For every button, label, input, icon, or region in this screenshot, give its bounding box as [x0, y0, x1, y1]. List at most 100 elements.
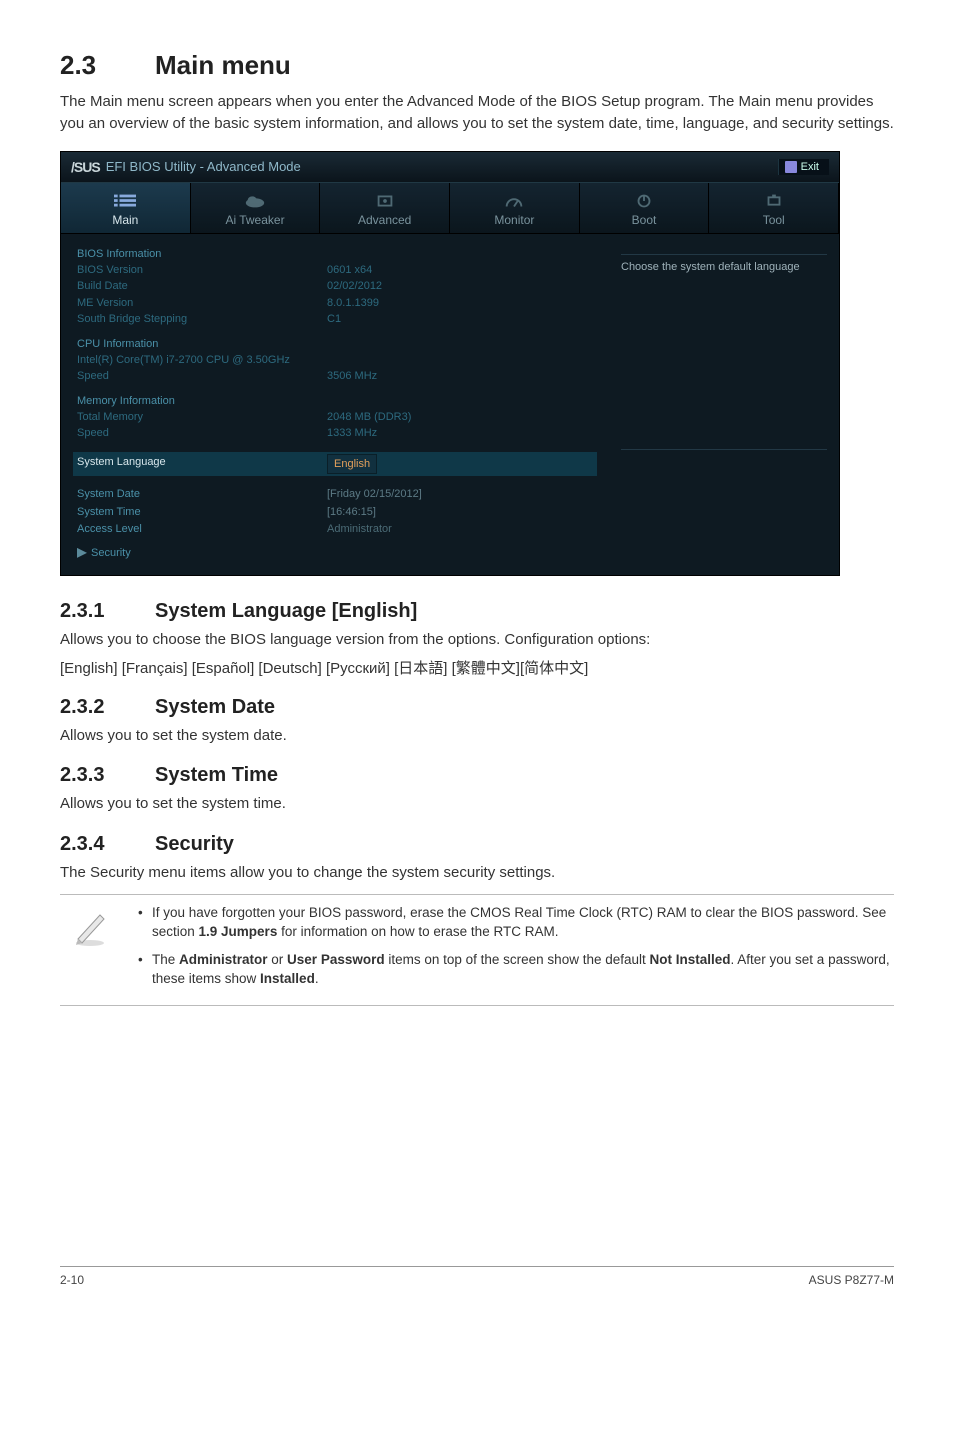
note2-c: or — [268, 952, 288, 967]
subsection-231-heading: 2.3.1System Language [English] — [60, 600, 894, 623]
page-footer: 2-10 ASUS P8Z77-M — [60, 1266, 894, 1287]
tab-ai-tweaker-label: Ai Tweaker — [225, 213, 284, 227]
subsection-231-body: Allows you to choose the BIOS language v… — [60, 629, 894, 651]
cpu-speed-label: Speed — [77, 368, 327, 385]
system-time-label: System Time — [77, 504, 327, 522]
asus-logo: /SUS — [71, 159, 100, 175]
section-title-text: Main menu — [155, 50, 291, 80]
tab-advanced-label: Advanced — [358, 213, 411, 227]
exit-label: Exit — [801, 161, 819, 173]
bios-version-label: BIOS Version — [77, 262, 327, 279]
bios-screenshot: /SUS EFI BIOS Utility - Advanced Mode Ex… — [60, 151, 840, 576]
product-name: ASUS P8Z77-M — [809, 1273, 894, 1287]
tab-boot[interactable]: Boot — [580, 183, 710, 233]
section-number: 2.3 — [60, 50, 155, 81]
subsection-231-title: System Language [English] — [155, 600, 417, 622]
note2-b: Administrator — [179, 952, 268, 967]
subsection-234-num: 2.3.4 — [60, 833, 155, 856]
system-date-row[interactable]: System Date[Friday 02/15/2012] — [77, 486, 593, 504]
system-date-label: System Date — [77, 486, 327, 504]
system-language-label: System Language — [77, 454, 327, 475]
subsection-232-num: 2.3.2 — [60, 696, 155, 719]
subsection-232-body: Allows you to set the system date. — [60, 725, 894, 747]
cloud-icon — [244, 193, 266, 209]
tab-monitor-label: Monitor — [494, 213, 534, 227]
system-time-value: [16:46:15] — [327, 504, 376, 522]
cpu-name: Intel(R) Core(TM) i7-2700 CPU @ 3.50GHz — [77, 352, 593, 369]
exit-icon — [785, 161, 797, 173]
note2-f: Not Installed — [650, 952, 731, 967]
help-text: Choose the system default language — [621, 261, 827, 273]
cpu-speed-value: 3506 MHz — [327, 368, 377, 385]
section-heading: 2.3Main menu — [60, 50, 894, 81]
tab-boot-label: Boot — [632, 213, 657, 227]
cpu-info-heading: CPU Information — [77, 338, 593, 350]
power-icon — [633, 193, 655, 209]
subsection-233-num: 2.3.3 — [60, 764, 155, 787]
build-date-value: 02/02/2012 — [327, 278, 382, 295]
subsection-233-title: System Time — [155, 764, 278, 786]
system-language-value[interactable]: English — [327, 454, 377, 475]
bios-subtitle: EFI BIOS Utility - Advanced Mode — [106, 159, 301, 174]
access-level-label: Access Level — [77, 521, 327, 539]
tab-ai-tweaker[interactable]: Ai Tweaker — [191, 183, 321, 233]
page-number: 2-10 — [60, 1273, 84, 1287]
me-version-value: 8.0.1.1399 — [327, 295, 379, 312]
sb-stepping-value: C1 — [327, 311, 341, 328]
exit-button[interactable]: Exit — [778, 159, 829, 175]
system-language-row[interactable]: System Language English — [73, 452, 597, 477]
access-level-row: Access LevelAdministrator — [77, 521, 593, 539]
bios-help-pane: Choose the system default language — [609, 234, 839, 575]
me-version-label: ME Version — [77, 295, 327, 312]
note-block: If you have forgotten your BIOS password… — [60, 894, 894, 1006]
mem-info-heading: Memory Information — [77, 395, 593, 407]
tool-icon — [763, 193, 785, 209]
total-mem-label: Total Memory — [77, 409, 327, 426]
mem-speed-label: Speed — [77, 425, 327, 442]
system-date-value: [Friday 02/15/2012] — [327, 486, 422, 504]
system-time-row[interactable]: System Time[16:46:15] — [77, 504, 593, 522]
mem-speed-value: 1333 MHz — [327, 425, 377, 442]
subsection-234-body: The Security menu items allow you to cha… — [60, 862, 894, 884]
security-row[interactable]: Security — [77, 547, 593, 559]
bios-tabs: Main Ai Tweaker Advanced Monitor Boot To… — [61, 182, 839, 234]
subsection-232-heading: 2.3.2System Date — [60, 696, 894, 719]
chevron-right-icon — [77, 548, 87, 558]
tab-tool-label: Tool — [763, 213, 785, 227]
note1-bold: 1.9 Jumpers — [199, 924, 278, 939]
tab-monitor[interactable]: Monitor — [450, 183, 580, 233]
note2-d: User Password — [287, 952, 385, 967]
subsection-231-options: [English] [Français] [Español] [Deutsch]… — [60, 657, 894, 678]
note-bullet-2: The Administrator or User Password items… — [138, 950, 894, 989]
tab-tool[interactable]: Tool — [709, 183, 839, 233]
list-icon — [114, 193, 136, 209]
bios-info-heading: BIOS Information — [77, 248, 593, 260]
note2-h: Installed — [260, 971, 315, 986]
gauge-icon — [503, 193, 525, 209]
bios-version-value: 0601 x64 — [327, 262, 372, 279]
note-bullet-1: If you have forgotten your BIOS password… — [138, 903, 894, 942]
tab-main[interactable]: Main — [61, 183, 191, 233]
access-level-value: Administrator — [327, 521, 392, 539]
sb-stepping-label: South Bridge Stepping — [77, 311, 327, 328]
subsection-231-num: 2.3.1 — [60, 600, 155, 623]
subsection-234-heading: 2.3.4Security — [60, 833, 894, 856]
total-mem-value: 2048 MB (DDR3) — [327, 409, 411, 426]
subsection-233-heading: 2.3.3System Time — [60, 764, 894, 787]
security-label: Security — [91, 547, 131, 559]
bios-left-pane: BIOS Information BIOS Version0601 x64 Bu… — [61, 234, 609, 575]
section-intro: The Main menu screen appears when you en… — [60, 91, 894, 135]
note2-e: items on top of the screen show the defa… — [385, 952, 650, 967]
bios-titlebar: /SUS EFI BIOS Utility - Advanced Mode Ex… — [61, 152, 839, 182]
subsection-234-title: Security — [155, 833, 234, 855]
note2-a: The — [152, 952, 179, 967]
chip-icon — [374, 193, 396, 209]
tab-advanced[interactable]: Advanced — [320, 183, 450, 233]
note-icon — [60, 903, 120, 997]
subsection-232-title: System Date — [155, 696, 275, 718]
note2-i: . — [315, 971, 319, 986]
tab-main-label: Main — [112, 213, 138, 227]
build-date-label: Build Date — [77, 278, 327, 295]
note1-part-c: for information on how to erase the RTC … — [277, 924, 558, 939]
subsection-233-body: Allows you to set the system time. — [60, 793, 894, 815]
